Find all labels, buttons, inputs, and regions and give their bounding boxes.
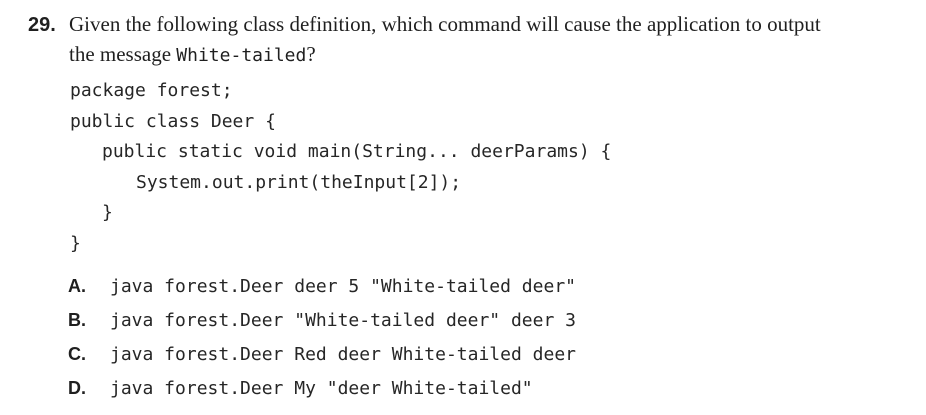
answer-option-c: C. java forest.Deer Red deer White-tailed… bbox=[68, 337, 576, 371]
answer-list: A. java forest.Deer deer 5 "White-tailed … bbox=[68, 269, 576, 405]
answer-letter: A. bbox=[68, 276, 86, 296]
question-block: 29. Given the following class definition,… bbox=[28, 10, 908, 70]
question-text-line-2: the message bbox=[69, 42, 177, 66]
question-line-1: 29. Given the following class definition,… bbox=[28, 10, 908, 40]
answer-option-a: A. java forest.Deer deer 5 "White-tailed … bbox=[68, 269, 576, 303]
answer-text: java forest.Deer deer 5 "White-tailed de… bbox=[110, 276, 576, 297]
code-listing: package forest; public class Deer { public… bbox=[70, 76, 611, 259]
question-line-2: the message White-tailed? bbox=[28, 40, 908, 70]
code-line: public static void main(String... deerPa… bbox=[102, 141, 612, 162]
question-text-line-1: Given the following class definition, wh… bbox=[69, 12, 821, 36]
question-text-end: ? bbox=[306, 42, 316, 66]
answer-letter: C. bbox=[68, 344, 86, 364]
question-number: 29. bbox=[28, 14, 56, 36]
code-line: System.out.print(theInput[2]); bbox=[136, 171, 462, 193]
code-line: } bbox=[102, 202, 113, 223]
answer-letter: B. bbox=[68, 310, 86, 330]
code-line: } bbox=[70, 232, 81, 254]
code-line: public class Deer { bbox=[70, 110, 276, 132]
question-inline-code: White-tailed bbox=[176, 45, 307, 66]
answer-option-d: D. java forest.Deer My "deer White-tailed… bbox=[68, 371, 576, 405]
answer-text: java forest.Deer My "deer White-tailed" bbox=[110, 378, 533, 399]
answer-text: java forest.Deer Red deer White-tailed d… bbox=[110, 344, 576, 365]
answer-option-b: B. java forest.Deer "White-tailed deer" d… bbox=[68, 303, 576, 337]
answer-text: java forest.Deer "White-tailed deer" dee… bbox=[110, 310, 576, 331]
code-line: package forest; bbox=[70, 80, 233, 101]
answer-letter: D. bbox=[68, 378, 86, 398]
